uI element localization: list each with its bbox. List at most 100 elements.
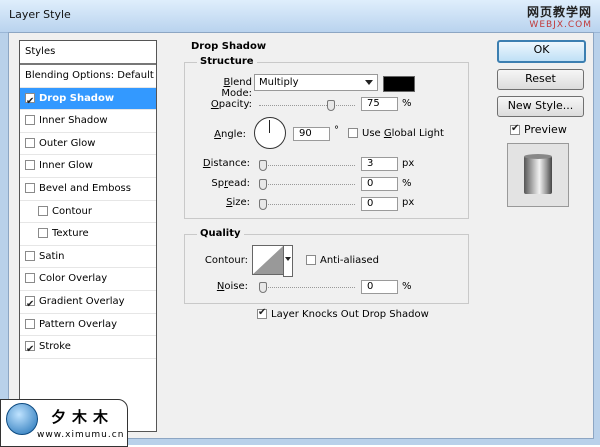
style-item-label: Texture	[52, 228, 89, 240]
style-item-label: Outer Glow	[39, 137, 96, 149]
angle-label: Angle:	[214, 129, 246, 140]
size-input[interactable]: 0	[361, 197, 398, 211]
contour-dropdown[interactable]	[283, 245, 293, 277]
spread-unit: %	[402, 178, 412, 189]
style-item-inner-glow[interactable]: Inner Glow	[20, 155, 156, 178]
contour-picker[interactable]	[252, 245, 284, 275]
blend-mode-value: Multiply	[259, 77, 299, 88]
drop-shadow-title: Drop Shadow	[188, 41, 270, 52]
style-item-texture[interactable]: Texture	[20, 223, 156, 246]
noise-input[interactable]: 0	[361, 280, 398, 294]
style-item-label: Bevel and Emboss	[39, 182, 131, 194]
style-item-checkbox[interactable]	[25, 160, 35, 171]
ok-button[interactable]: OK	[497, 40, 586, 63]
distance-unit: px	[402, 158, 415, 169]
use-global-light-box[interactable]	[348, 128, 358, 138]
use-global-light-label: Use Global Light	[362, 128, 444, 139]
distance-slider[interactable]	[259, 160, 355, 171]
style-item-checkbox[interactable]	[25, 250, 35, 261]
style-item-inner-shadow[interactable]: Inner Shadow	[20, 110, 156, 133]
style-item-outer-glow[interactable]: Outer Glow	[20, 133, 156, 156]
style-item-drop-shadow[interactable]: Drop Shadow	[20, 87, 156, 112]
style-item-label: Stroke	[39, 341, 71, 353]
size-label: Size:	[226, 197, 250, 208]
chevron-down-icon	[285, 257, 291, 261]
style-item-label: Gradient Overlay	[39, 295, 125, 307]
knockout-checkbox[interactable]: Layer Knocks Out Drop Shadow	[257, 307, 429, 320]
styles-items: Blending Options: Default Drop Shadow Inne…	[20, 65, 156, 361]
blend-mode-label: Blend Mode:	[221, 77, 252, 99]
distance-label: Distance:	[202, 158, 250, 169]
quality-title: Quality	[197, 228, 244, 239]
noise-slider[interactable]	[259, 282, 355, 293]
anti-aliased-checkbox[interactable]: Anti-aliased	[306, 255, 379, 266]
use-global-light-checkbox[interactable]: Use Global Light	[348, 128, 444, 139]
knockout-box[interactable]	[257, 307, 267, 319]
opacity-slider-thumb[interactable]	[327, 100, 335, 111]
size-slider-thumb[interactable]	[259, 199, 267, 210]
style-item-checkbox[interactable]	[25, 273, 35, 284]
logo-emblem-icon	[6, 403, 38, 435]
new-style-button[interactable]: New Style...	[497, 96, 584, 117]
style-item-satin[interactable]: Satin	[20, 246, 156, 269]
structure-title: Structure	[197, 56, 257, 67]
preview-label: Preview	[524, 123, 567, 136]
knockout-label: Layer Knocks Out Drop Shadow	[271, 309, 429, 320]
noise-unit: %	[402, 281, 412, 292]
angle-dial[interactable]	[254, 117, 286, 149]
style-item-label: Satin	[39, 250, 65, 262]
style-item-checkbox[interactable]	[25, 318, 35, 329]
style-item-checkbox[interactable]	[25, 137, 35, 148]
distance-slider-thumb[interactable]	[259, 160, 267, 171]
angle-input[interactable]: 90	[293, 127, 330, 141]
logo-url: www.ximumu.cn	[37, 430, 125, 440]
style-item-bevel-and-emboss[interactable]: Bevel and Emboss	[20, 178, 156, 201]
style-item-checkbox[interactable]	[25, 91, 35, 112]
anti-aliased-label: Anti-aliased	[320, 255, 380, 266]
preview-checkbox[interactable]: Preview	[510, 123, 567, 136]
style-item-label: Pattern Overlay	[39, 318, 118, 330]
styles-header: Styles	[20, 41, 156, 65]
style-item-label: Contour	[52, 205, 92, 217]
style-item-checkbox[interactable]	[38, 228, 48, 239]
style-item-checkbox[interactable]	[25, 182, 35, 193]
spread-slider[interactable]	[259, 179, 355, 190]
noise-slider-thumb[interactable]	[259, 282, 267, 293]
site-logo: 夕木木 www.ximumu.cn	[0, 399, 128, 447]
style-item-contour[interactable]: Contour	[20, 201, 156, 224]
opacity-slider[interactable]	[259, 100, 355, 111]
style-item-stroke[interactable]: Stroke	[20, 336, 156, 361]
style-item-label: Inner Shadow	[39, 115, 108, 127]
spread-input[interactable]: 0	[361, 177, 398, 191]
opacity-input[interactable]: 75	[361, 97, 398, 111]
reset-button[interactable]: Reset	[497, 69, 584, 90]
style-item-gradient-overlay[interactable]: Gradient Overlay	[20, 291, 156, 316]
style-item-pattern-overlay[interactable]: Pattern Overlay	[20, 314, 156, 337]
shadow-color-swatch[interactable]	[383, 76, 415, 92]
angle-unit: °	[334, 125, 339, 136]
blend-mode-select[interactable]: Multiply	[254, 74, 378, 91]
distance-input[interactable]: 3	[361, 157, 398, 171]
spread-label: Spread:	[211, 178, 250, 189]
style-item-checkbox[interactable]	[38, 205, 48, 216]
styles-list: Styles Blending Options: Default Drop Sha…	[19, 40, 157, 432]
style-item-checkbox[interactable]	[25, 115, 35, 126]
watermark-site-cn: 网页教学网	[526, 5, 592, 19]
style-item-blending-options-default[interactable]: Blending Options: Default	[20, 65, 156, 88]
title-bar[interactable]: Layer Style 网页教学网 WEBJX.COM	[0, 0, 600, 33]
spread-slider-thumb[interactable]	[259, 179, 267, 190]
style-item-checkbox[interactable]	[25, 339, 35, 361]
size-slider[interactable]	[259, 199, 355, 210]
style-item-label: Blending Options: Default	[25, 70, 154, 81]
preview-box[interactable]	[510, 123, 520, 135]
anti-aliased-box[interactable]	[306, 255, 316, 265]
noise-label: Noise:	[216, 281, 248, 292]
style-item-color-overlay[interactable]: Color Overlay	[20, 268, 156, 291]
watermark: 网页教学网 WEBJX.COM	[527, 3, 592, 30]
dialog-client-area: Styles Blending Options: Default Drop Sha…	[8, 32, 594, 439]
opacity-unit: %	[402, 98, 412, 109]
style-item-label: Inner Glow	[39, 160, 93, 172]
size-unit: px	[402, 197, 415, 208]
chevron-down-icon	[365, 80, 373, 85]
style-item-checkbox[interactable]	[25, 294, 35, 316]
